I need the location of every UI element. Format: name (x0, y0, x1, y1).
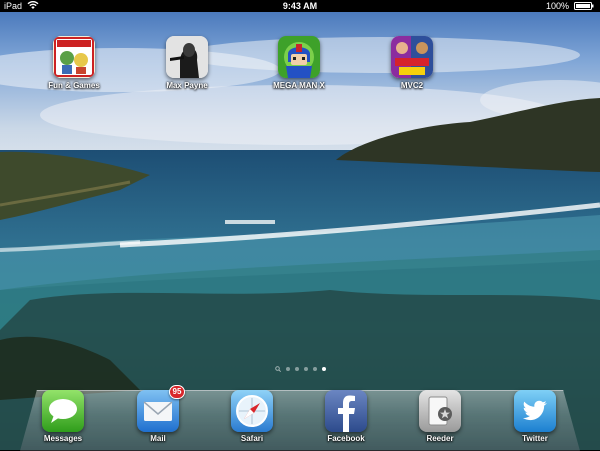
mega-man-x-icon (278, 36, 320, 78)
app-label: Safari (240, 434, 264, 443)
page-dot (285, 367, 290, 371)
battery-percent: 100% (545, 1, 569, 11)
app-mvc2[interactable]: MVC2 (372, 36, 452, 90)
dock-app-messages[interactable]: Messages (23, 390, 103, 443)
app-mega-man-x[interactable]: MEGA MAN X (259, 36, 339, 90)
max-payne-icon (166, 36, 208, 78)
app-label: Mail (150, 434, 166, 443)
app-label: Twitter (522, 434, 548, 443)
app-label: MVC2 (400, 81, 424, 90)
fun-and-games-folder-icon (53, 36, 95, 78)
reeder-icon (419, 390, 461, 432)
app-fun-and-games[interactable]: Fun & Games (34, 36, 114, 90)
mail-icon: 95 (137, 385, 185, 432)
dock-app-mail[interactable]: 95 Mail (118, 385, 198, 443)
page-indicator[interactable] (0, 366, 600, 373)
app-label: Fun & Games (48, 81, 100, 90)
dock-app-facebook[interactable]: Facebook (306, 390, 386, 443)
mvc2-icon (391, 36, 433, 78)
clock: 9:43 AM (282, 1, 318, 11)
app-label: Facebook (327, 434, 365, 443)
dock-app-safari[interactable]: Safari (212, 390, 292, 443)
app-label: Messages (43, 434, 83, 443)
page-dot (303, 367, 308, 371)
safari-icon (231, 390, 273, 432)
page-dot (312, 367, 317, 371)
dock-app-reeder[interactable]: Reeder (400, 390, 480, 443)
battery-icon (574, 2, 594, 10)
messages-icon (42, 390, 84, 432)
spotlight-search-icon (274, 366, 281, 373)
app-max-payne[interactable]: Max Payne (147, 36, 227, 90)
dock-app-twitter[interactable]: Twitter (495, 390, 575, 443)
app-label: MEGA MAN X (273, 81, 325, 90)
twitter-icon (514, 390, 556, 432)
app-label: Max Payne (166, 81, 208, 90)
page-dot (294, 367, 299, 371)
mail-unread-badge: 95 (169, 385, 185, 399)
app-label: Reeder (426, 434, 454, 443)
status-bar: iPad 9:43 AM 100% (0, 0, 600, 12)
dock: Messages 95 Mail Safari Facebook Reeder … (0, 380, 600, 451)
facebook-icon (325, 390, 367, 432)
page-dot-current (321, 367, 326, 371)
